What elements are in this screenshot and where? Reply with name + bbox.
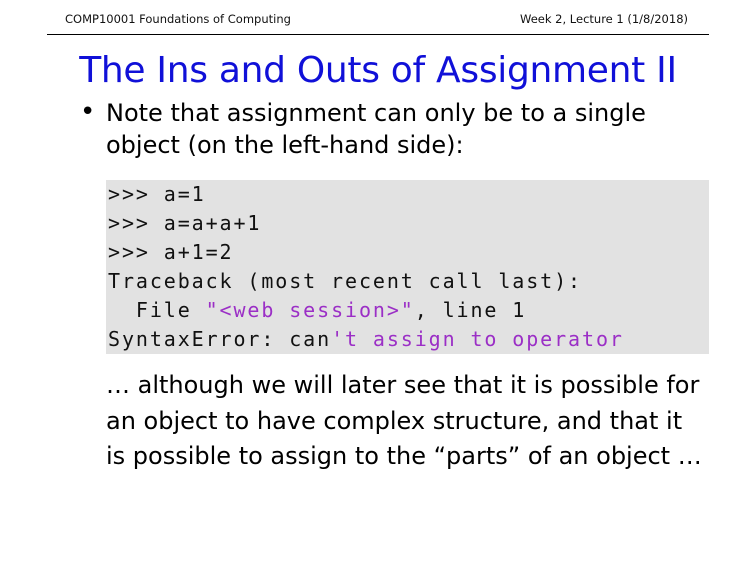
code-block: >>> a=1 >>> a=a+a+1 >>> a+1=2 Traceback … — [106, 180, 709, 354]
code-text: SyntaxError: can — [108, 327, 332, 351]
code-line: File "<web session>", line 1 — [108, 296, 526, 325]
header-divider — [47, 34, 709, 35]
code-text: File — [108, 298, 206, 322]
code-line: SyntaxError: can't assign to operator — [108, 325, 624, 354]
followup-line: an object to have complex structure, and… — [106, 406, 683, 435]
followup-text: … although we will later see that it is … — [106, 368, 716, 475]
bullet-text: Note that assignment can only be to a si… — [106, 97, 726, 161]
followup-line: is possible to assign to the “parts” of … — [106, 442, 702, 470]
bullet-line: Note that assignment can only be to a si… — [106, 99, 646, 127]
code-line: Traceback (most recent call last): — [108, 269, 582, 293]
code-text: , line 1 — [414, 298, 527, 322]
code-line: >>> a=1 — [108, 182, 206, 206]
code-line: >>> a=a+a+1 — [108, 211, 262, 235]
course-title: COMP10001 Foundations of Computing — [65, 12, 291, 26]
bullet-line: object (on the left-hand side): — [106, 131, 464, 159]
code-line: >>> a+1=2 — [108, 240, 234, 264]
bullet-marker: • — [80, 97, 96, 127]
code-string: "<web session>" — [205, 298, 415, 322]
code-string: 't assign to operator — [331, 327, 624, 351]
lecture-info: Week 2, Lecture 1 (1/8/2018) — [520, 12, 688, 26]
followup-line: … although we will later see that it is … — [106, 371, 700, 399]
slide-title: The Ins and Outs of Assignment II — [79, 50, 677, 91]
